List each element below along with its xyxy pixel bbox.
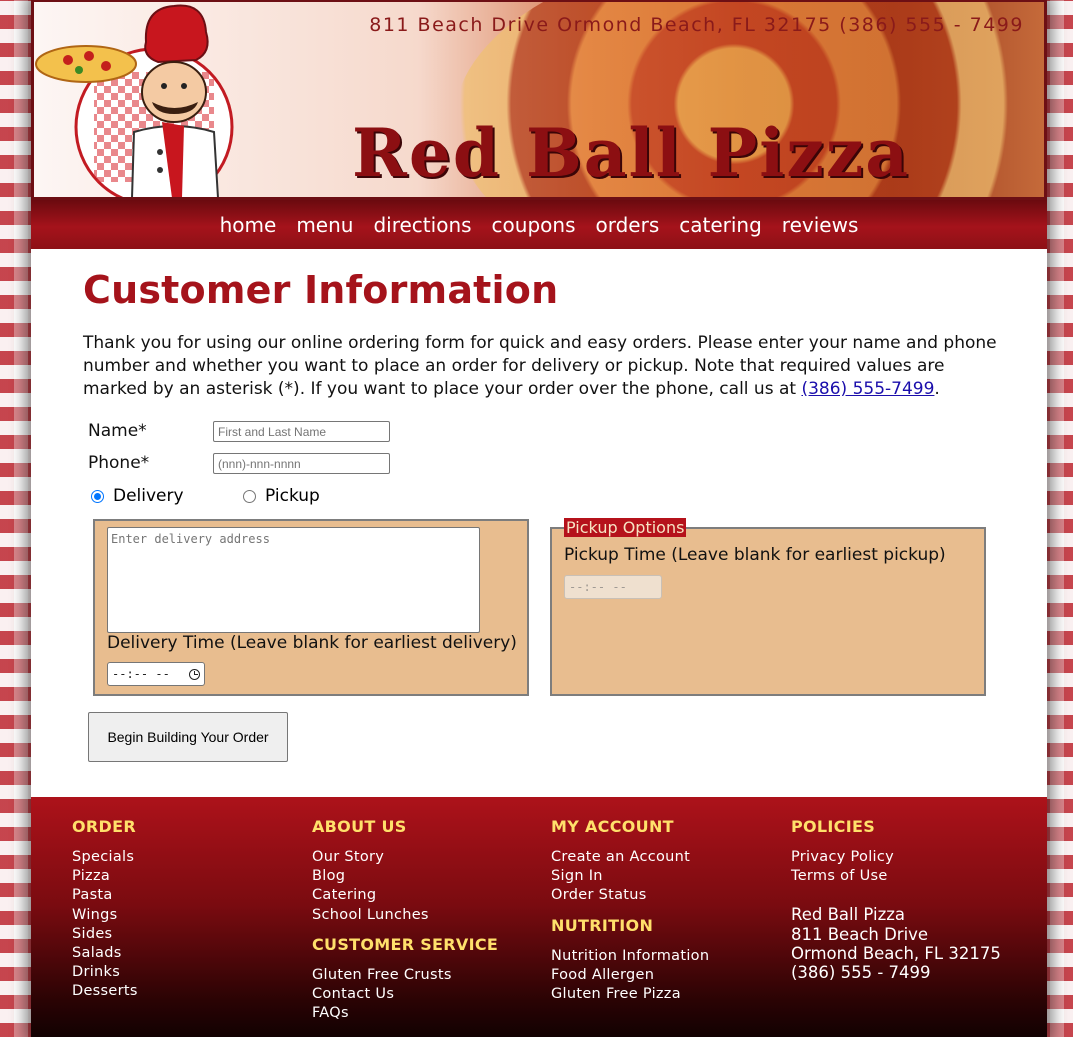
- footer-col-about: ABOUT US Our Story Blog Catering School …: [312, 817, 542, 1023]
- nav-catering[interactable]: catering: [679, 213, 762, 237]
- footer-link-specials[interactable]: Specials: [72, 849, 134, 865]
- footer-heading-about: ABOUT US: [312, 817, 407, 836]
- footer-address-city: Ormond Beach, FL 32175: [791, 944, 1001, 963]
- footer-link-food-allergen[interactable]: Food Allergen: [551, 967, 654, 983]
- footer-col-order: ORDER Specials Pizza Pasta Wings Sides S…: [72, 817, 302, 1002]
- footer-heading-service: CUSTOMER SERVICE: [312, 934, 499, 954]
- pickup-time-input: --:-- --: [564, 575, 662, 599]
- footer-link-our-story[interactable]: Our Story: [312, 849, 384, 865]
- delivery-address-textarea[interactable]: Enter delivery address: [107, 527, 480, 633]
- chef-logo: [35, 4, 234, 197]
- nav-home[interactable]: home: [220, 213, 277, 237]
- intro-end: .: [934, 379, 940, 399]
- footer-link-catering[interactable]: Catering: [312, 887, 376, 903]
- footer-link-drinks[interactable]: Drinks: [72, 964, 120, 980]
- footer-link-faqs[interactable]: FAQs: [312, 1005, 349, 1021]
- pickup-radio-label: Pickup: [265, 486, 320, 506]
- footer-link-contact-us[interactable]: Contact Us: [312, 986, 394, 1002]
- footer-link-nutrition-info[interactable]: Nutrition Information: [551, 948, 709, 964]
- nav-directions[interactable]: directions: [373, 213, 471, 237]
- site-footer: ORDER Specials Pizza Pasta Wings Sides S…: [31, 797, 1047, 1037]
- delivery-panel: Enter delivery address Delivery Time (Le…: [93, 519, 529, 696]
- footer-heading-policies: POLICIES: [791, 817, 876, 836]
- main-content: Customer Information Thank you for using…: [83, 268, 1003, 762]
- pickup-radio[interactable]: Pickup: [243, 486, 320, 506]
- footer-link-salads[interactable]: Salads: [72, 945, 122, 961]
- header-address: 811 Beach Drive Ormond Beach, FL 32175 (…: [369, 14, 1024, 36]
- pickup-legend: Pickup Options: [564, 518, 687, 537]
- footer-address-phone: (386) 555 - 7499: [791, 963, 931, 983]
- page: 811 Beach Drive Ormond Beach, FL 32175 (…: [31, 0, 1047, 1037]
- footer-address-street: 811 Beach Drive: [791, 924, 929, 944]
- delivery-radio-label: Delivery: [113, 486, 184, 506]
- footer-address: Red Ball Pizza 811 Beach Drive Ormond Be…: [791, 905, 1021, 982]
- pickup-panel: Pickup Options Pickup Time (Leave blank …: [550, 518, 986, 696]
- nav-orders[interactable]: orders: [595, 213, 659, 237]
- footer-link-blog[interactable]: Blog: [312, 868, 345, 884]
- site-header: 811 Beach Drive Ormond Beach, FL 32175 (…: [31, 0, 1047, 200]
- footer-link-create-account[interactable]: Create an Account: [551, 849, 690, 865]
- footer-heading-order: ORDER: [72, 817, 136, 836]
- footer-link-order-status[interactable]: Order Status: [551, 887, 647, 903]
- footer-link-gluten-free-pizza[interactable]: Gluten Free Pizza: [551, 986, 681, 1002]
- phone-input[interactable]: [213, 453, 390, 474]
- nav-menu[interactable]: menu: [296, 213, 353, 237]
- name-input[interactable]: [213, 421, 390, 442]
- footer-link-terms[interactable]: Terms of Use: [791, 868, 888, 884]
- footer-link-school-lunches[interactable]: School Lunches: [312, 907, 429, 923]
- footer-col-account: MY ACCOUNT Create an Account Sign In Ord…: [551, 817, 781, 1004]
- delivery-time-label: Delivery Time (Leave blank for earliest …: [107, 633, 517, 653]
- footer-heading-account: MY ACCOUNT: [551, 817, 674, 836]
- phone-link[interactable]: (386) 555-7499: [801, 379, 934, 399]
- delivery-time-input[interactable]: --:-- --: [107, 662, 205, 686]
- pickup-radio-dot[interactable]: [243, 489, 256, 503]
- page-title: Customer Information: [83, 268, 559, 312]
- delivery-time-value: --:-- --: [112, 667, 170, 681]
- nav-coupons[interactable]: coupons: [492, 213, 576, 237]
- pickup-time-label: Pickup Time (Leave blank for earliest pi…: [564, 545, 946, 565]
- footer-heading-nutrition: NUTRITION: [551, 915, 654, 935]
- footer-link-wings[interactable]: Wings: [72, 907, 118, 923]
- nav-reviews[interactable]: reviews: [782, 213, 859, 237]
- footer-link-sign-in[interactable]: Sign In: [551, 868, 603, 884]
- footer-link-pizza[interactable]: Pizza: [72, 868, 110, 884]
- footer-col-policies: POLICIES Privacy Policy Terms of Use Red…: [791, 817, 1021, 983]
- phone-label: Phone*: [88, 453, 150, 473]
- intro-paragraph: Thank you for using our online ordering …: [83, 332, 1003, 401]
- footer-link-gluten-free-crusts[interactable]: Gluten Free Crusts: [312, 967, 452, 983]
- name-label: Name*: [88, 421, 147, 441]
- footer-address-name: Red Ball Pizza: [791, 905, 906, 925]
- footer-link-desserts[interactable]: Desserts: [72, 983, 138, 999]
- delivery-radio[interactable]: Delivery: [91, 486, 184, 506]
- delivery-radio-dot[interactable]: [91, 489, 104, 503]
- footer-link-privacy[interactable]: Privacy Policy: [791, 849, 894, 865]
- clock-icon: [189, 668, 200, 680]
- pickup-time-value: --:-- --: [569, 580, 627, 594]
- main-nav: home menu directions coupons orders cate…: [31, 200, 1047, 249]
- brand-title: Red Ball Pizza: [352, 114, 911, 192]
- begin-order-button[interactable]: Begin Building Your Order: [88, 712, 288, 762]
- footer-link-pasta[interactable]: Pasta: [72, 887, 113, 903]
- footer-link-sides[interactable]: Sides: [72, 926, 112, 942]
